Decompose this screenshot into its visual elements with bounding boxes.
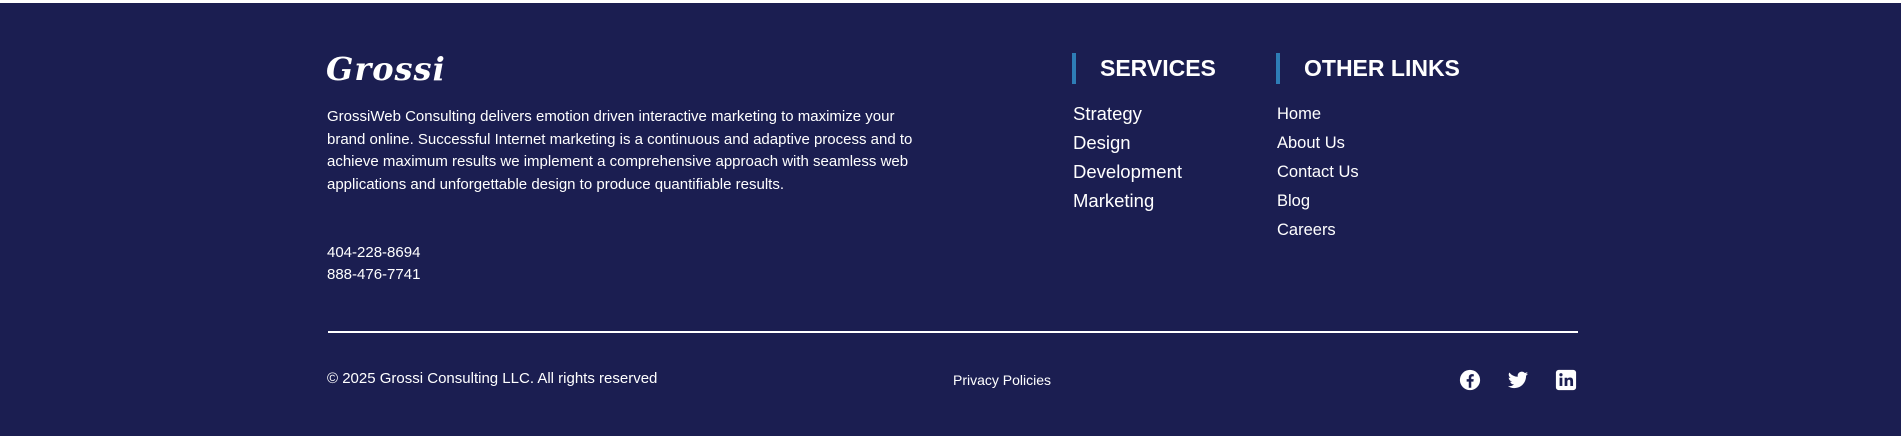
other-links-heading: OTHER LINKS [1276,53,1460,84]
services-item-strategy[interactable]: Strategy [1073,99,1182,128]
copyright-text: © 2025 Grossi Consulting LLC. All rights… [327,370,658,387]
link-careers[interactable]: Careers [1277,216,1359,245]
link-about-us[interactable]: About Us [1277,129,1359,158]
link-blog[interactable]: Blog [1277,187,1359,216]
site-footer: Grossi GrossiWeb Consulting delivers emo… [0,3,1901,436]
twitter-icon[interactable] [1507,369,1529,391]
link-home[interactable]: Home [1277,100,1359,129]
services-item-development[interactable]: Development [1073,157,1182,186]
services-list: Strategy Design Development Marketing [1073,99,1182,215]
services-item-design[interactable]: Design [1073,128,1182,157]
facebook-icon[interactable] [1459,369,1481,391]
phone-number-primary[interactable]: 404-228-8694 [327,242,420,264]
phone-numbers: 404-228-8694 888-476-7741 [327,242,420,286]
linkedin-icon[interactable] [1555,369,1577,391]
services-heading: SERVICES [1072,53,1216,84]
other-links-list: Home About Us Contact Us Blog Careers [1277,100,1359,245]
grossi-logo[interactable]: Grossi [326,50,446,88]
phone-number-secondary[interactable]: 888-476-7741 [327,264,420,286]
footer-divider [328,331,1578,333]
link-contact-us[interactable]: Contact Us [1277,158,1359,187]
about-description: GrossiWeb Consulting delivers emotion dr… [327,108,913,193]
privacy-policies-link[interactable]: Privacy Policies [953,369,1051,391]
services-item-marketing[interactable]: Marketing [1073,186,1182,215]
